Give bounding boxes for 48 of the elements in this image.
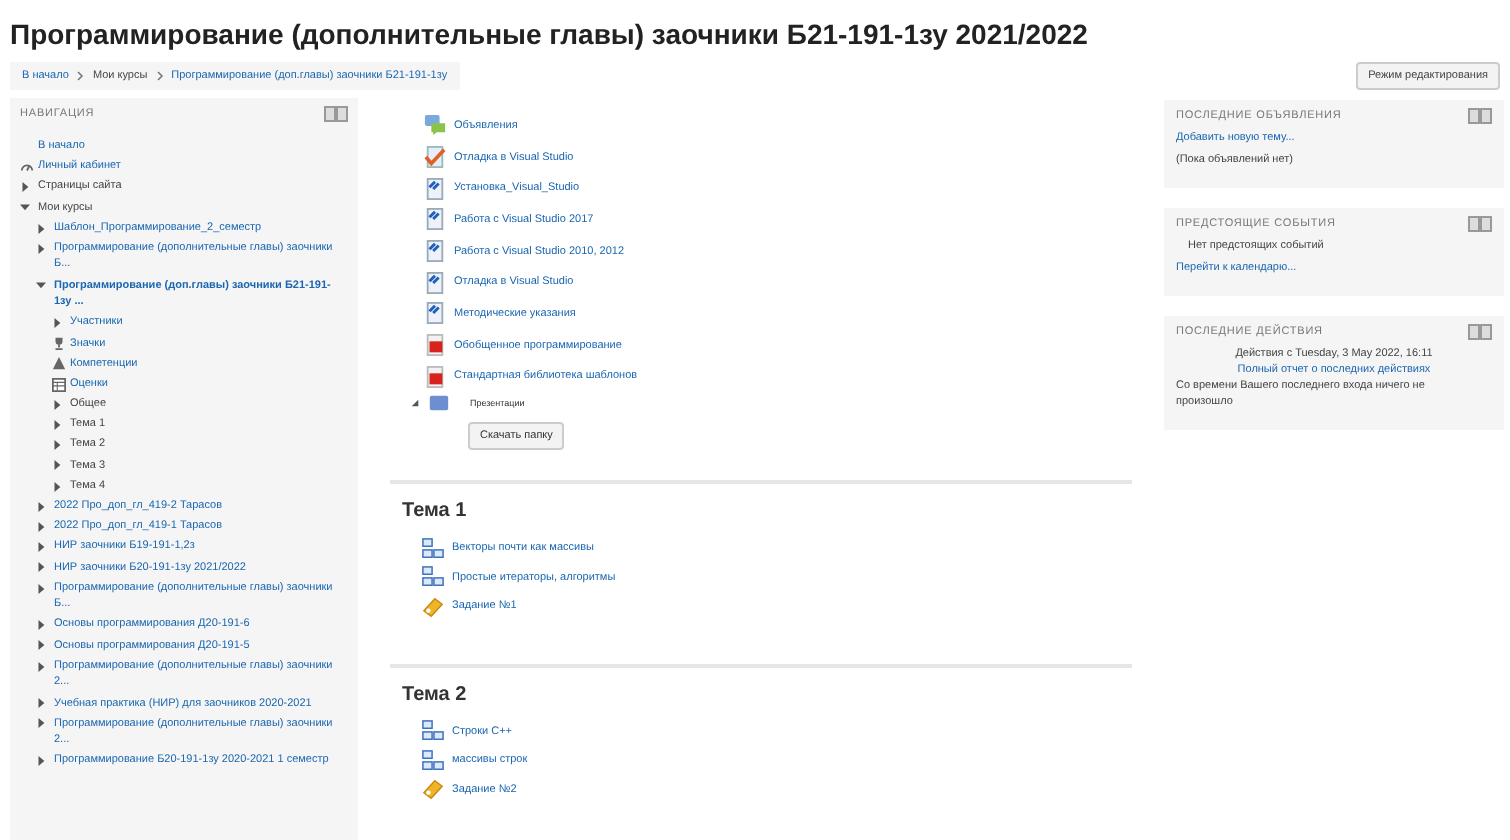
trophy-icon	[52, 336, 66, 351]
tree-toggle-icon[interactable]	[20, 182, 30, 193]
section-title: Тема 2	[402, 683, 469, 706]
tag-icon	[422, 595, 444, 618]
folder-icon	[428, 391, 450, 414]
document-icon	[424, 177, 446, 200]
tree-toggle-icon[interactable]	[36, 562, 46, 573]
page-icon	[422, 537, 444, 560]
tree-toggle-icon[interactable]	[36, 620, 46, 631]
page-icon	[422, 749, 444, 772]
speedometer-icon	[20, 159, 34, 174]
page-title: Программирование (дополнительные главы) заочники Б21-191-1зу 2021/2022	[10, 16, 1090, 52]
tree-toggle-icon[interactable]	[52, 420, 62, 430]
tree-toggle-icon[interactable]	[36, 661, 46, 672]
document-icon	[424, 302, 446, 325]
tree-toggle-icon[interactable]	[36, 223, 46, 233]
page-icon	[422, 566, 444, 589]
tree-toggle-icon[interactable]	[36, 718, 46, 729]
tree-toggle-icon[interactable]	[36, 756, 46, 767]
checked-document-icon	[424, 146, 446, 169]
tree-toggle-icon[interactable]	[36, 243, 46, 254]
tree-toggle-icon[interactable]	[36, 542, 46, 553]
tree-toggle-icon[interactable]	[20, 202, 30, 213]
tree-toggle-icon[interactable]	[36, 501, 46, 512]
tree-toggle-icon[interactable]	[52, 440, 62, 451]
section-title: Тема 1	[402, 500, 469, 523]
table-icon	[52, 377, 66, 392]
tree-toggle-icon[interactable]	[52, 318, 62, 329]
document-icon	[424, 208, 446, 231]
tree-toggle-icon[interactable]	[36, 280, 46, 291]
pdf-document-icon	[424, 365, 446, 388]
tag-icon	[422, 778, 444, 801]
tree-toggle-icon[interactable]	[36, 698, 46, 709]
tree-toggle-icon[interactable]	[52, 460, 62, 471]
pdf-document-icon	[424, 334, 446, 357]
tree-toggle-icon[interactable]	[36, 583, 46, 593]
triangle-icon	[52, 356, 66, 371]
document-icon	[424, 240, 446, 263]
speech-bubbles-icon	[424, 114, 446, 137]
page-icon	[422, 720, 444, 743]
tree-toggle-icon[interactable]	[36, 640, 46, 651]
chevron-icon	[76, 70, 85, 82]
chevron-icon	[155, 70, 164, 82]
tree-toggle-icon[interactable]	[52, 481, 62, 492]
tree-toggle-icon[interactable]	[410, 397, 420, 408]
tree-toggle-icon[interactable]	[52, 399, 62, 410]
tree-toggle-icon[interactable]	[36, 521, 46, 532]
document-icon	[424, 271, 446, 294]
